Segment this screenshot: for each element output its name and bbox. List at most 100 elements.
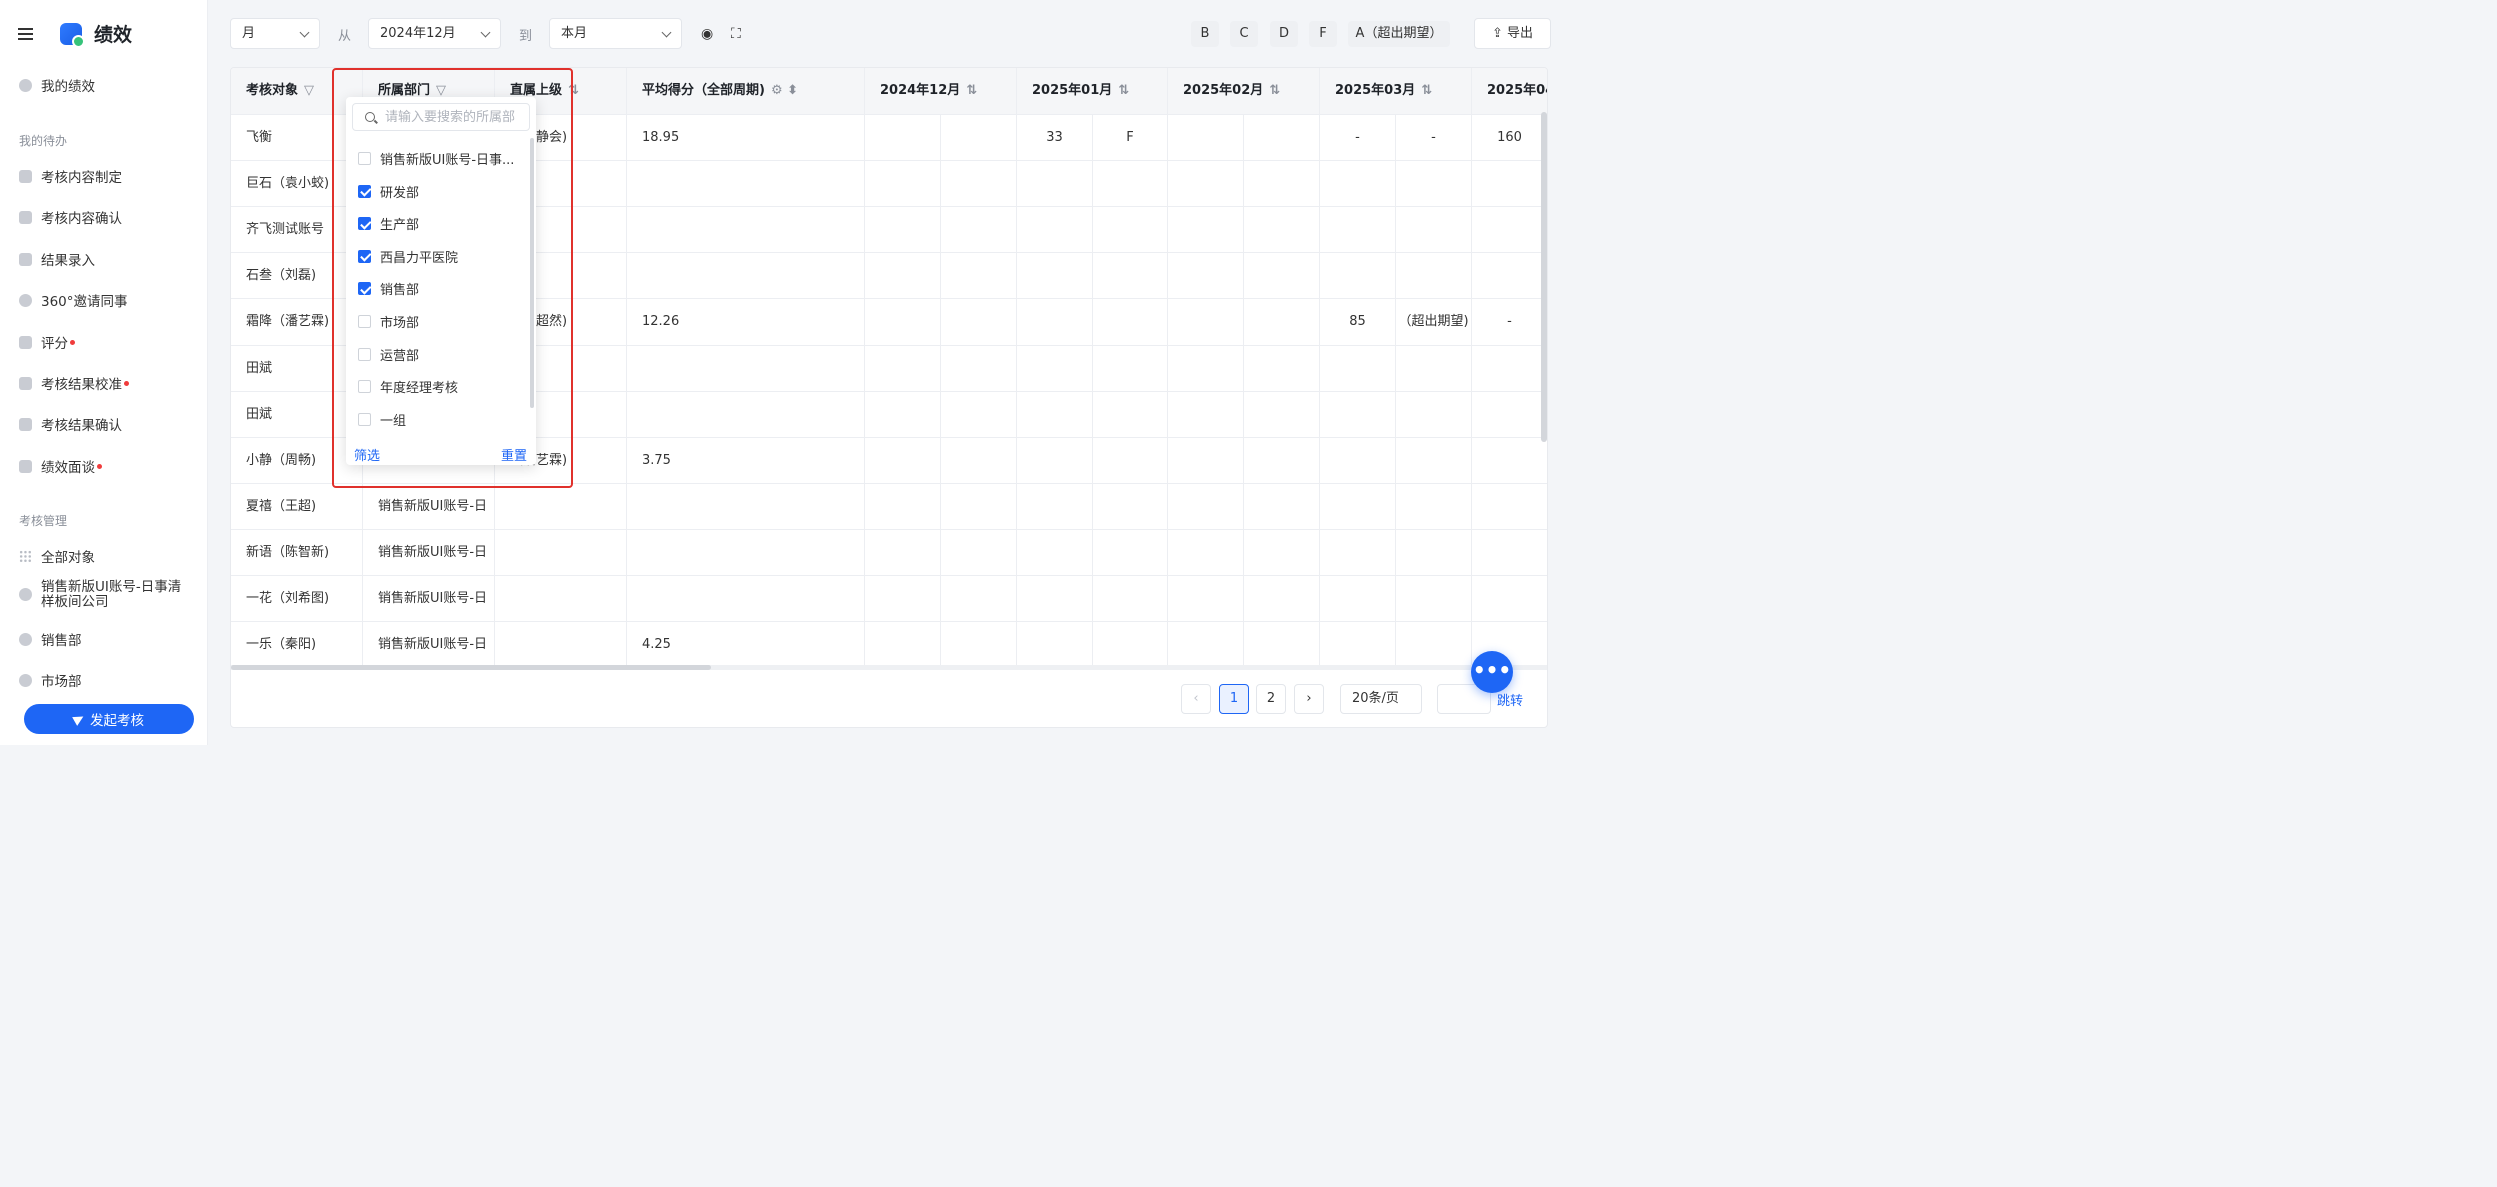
- sidebar-item-my-perf[interactable]: 我的绩效: [19, 75, 95, 95]
- table-row[interactable]: 新语（陈智新) 销售新版UI账号-日: [231, 528, 1547, 576]
- cell-month-value: [1320, 161, 1396, 208]
- cell-month-value: [1396, 345, 1472, 392]
- column-header[interactable]: 2025年02月 ⇅: [1168, 68, 1320, 114]
- column-header[interactable]: 2025年01月 ⇅: [1017, 68, 1168, 114]
- sort-icon[interactable]: ⇅: [1269, 83, 1280, 98]
- cell-avg: [627, 576, 865, 622]
- shield-icon: [19, 632, 32, 646]
- sidebar-item-manage[interactable]: 销售部: [19, 629, 82, 649]
- cell-month-value: [1244, 622, 1320, 669]
- period-select[interactable]: 月: [230, 18, 320, 49]
- column-header[interactable]: 2025年03月 ⇅: [1320, 68, 1472, 114]
- page-button[interactable]: 2: [1256, 684, 1286, 714]
- sidebar-item-manage[interactable]: 全部对象: [19, 546, 95, 566]
- launch-review-button[interactable]: 发起考核: [24, 704, 194, 734]
- cell-month-value: [1093, 345, 1168, 392]
- cell-month-value: [1244, 437, 1320, 484]
- cell-dept: 销售新版UI账号-日: [363, 622, 495, 669]
- cell-month-value: [1244, 345, 1320, 392]
- sidebar-item-label: 市场部: [41, 674, 82, 690]
- cell-month-value: [1168, 529, 1244, 576]
- cell-month-value: -: [1396, 115, 1472, 161]
- cell-month-value: [941, 529, 1017, 576]
- cell-month-value: [1320, 483, 1396, 530]
- grade-filter-chip[interactable]: C: [1230, 21, 1258, 47]
- cell-month-value: [941, 345, 1017, 392]
- grade-filter-chip[interactable]: D: [1270, 21, 1298, 47]
- sidebar-item-manage[interactable]: 销售新版UI账号-日事清样板间公司: [19, 580, 189, 610]
- cell-month-value: [941, 391, 1017, 438]
- filter-icon[interactable]: ▽: [304, 83, 314, 98]
- sidebar-item-label: 考核结果校准: [41, 377, 122, 393]
- export-label: 导出: [1507, 26, 1534, 41]
- pen-icon: [19, 252, 32, 266]
- sidebar-item-todo[interactable]: 考核内容确认: [19, 207, 122, 227]
- from-label: 从: [338, 29, 352, 44]
- sidebar-item-todo[interactable]: 绩效面谈: [19, 456, 102, 476]
- cell-boss: [495, 529, 627, 576]
- sidebar-item-todo[interactable]: 评分: [19, 332, 75, 352]
- to-month-select[interactable]: 本月: [549, 18, 682, 49]
- column-header[interactable]: 2024年12月 ⇅: [865, 68, 1017, 114]
- sidebar-item-label: 全部对象: [41, 550, 95, 566]
- jump-link[interactable]: 跳转: [1497, 690, 1523, 709]
- cell-month-value: [1396, 529, 1472, 576]
- cell-month-value: [1168, 622, 1244, 669]
- horizontal-scrollbar[interactable]: [231, 665, 1547, 670]
- page-button[interactable]: 1: [1219, 684, 1249, 714]
- chat-icon: [19, 459, 32, 473]
- page-size-value: 20条/页: [1352, 691, 1399, 706]
- sidebar-item-todo[interactable]: 360°邀请同事: [19, 290, 128, 310]
- from-month-select[interactable]: 2024年12月: [368, 18, 501, 49]
- cell-month-value: [1320, 345, 1396, 392]
- app-title: 绩效: [94, 24, 133, 46]
- chevron-down-icon: [299, 27, 310, 38]
- launch-review-label: 发起考核: [90, 713, 144, 729]
- sort-icon[interactable]: ⇅: [1421, 83, 1432, 98]
- cell-month-value: [865, 529, 941, 576]
- palette-icon[interactable]: ◉: [701, 27, 715, 41]
- fullscreen-icon[interactable]: ⛶: [731, 27, 745, 41]
- cell-month-value: [1093, 483, 1168, 530]
- cell-month-value: [1244, 483, 1320, 530]
- table-row[interactable]: 一花（刘希图) 销售新版UI账号-日: [231, 575, 1547, 622]
- cell-month-value: [1017, 576, 1093, 622]
- sidebar-item-todo[interactable]: 结果录入: [19, 249, 95, 269]
- cell-avg: 4.25: [627, 622, 865, 669]
- next-page-button[interactable]: ›: [1294, 684, 1324, 714]
- scrollbar-thumb[interactable]: [231, 665, 711, 670]
- cell-month-value: [865, 391, 941, 438]
- cell-avg: [627, 529, 865, 576]
- cell-month-value: [1093, 253, 1168, 300]
- to-label: 到: [519, 29, 533, 44]
- cell-month-value: [1168, 576, 1244, 622]
- vertical-scrollbar[interactable]: [1541, 112, 1547, 442]
- sort-icon[interactable]: ⇅: [1118, 83, 1129, 98]
- export-button[interactable]: ⇪ 导出: [1474, 18, 1551, 49]
- sidebar-item-todo[interactable]: 考核结果确认: [19, 414, 122, 434]
- cell-dept: 销售新版UI账号-日: [363, 576, 495, 622]
- cell-month-value: [1320, 529, 1396, 576]
- prev-page-button[interactable]: ‹: [1181, 684, 1211, 714]
- grade-filter-chip[interactable]: B: [1191, 21, 1219, 47]
- cell-month-value: [1017, 483, 1093, 530]
- grade-filter-chip[interactable]: A（超出期望）: [1348, 21, 1450, 47]
- cell-boss: [495, 483, 627, 530]
- table-row[interactable]: 夏禧（王超) 销售新版UI账号-日: [231, 482, 1547, 530]
- page-size-select[interactable]: 20条/页: [1340, 684, 1422, 714]
- grade-filter-chip[interactable]: F: [1309, 21, 1337, 47]
- more-actions-fab[interactable]: •••: [1471, 651, 1513, 693]
- table-row[interactable]: 一乐（秦阳) 销售新版UI账号-日 4.25: [231, 621, 1547, 669]
- sidebar-item-todo[interactable]: 考核结果校准: [19, 373, 129, 393]
- sort-icon[interactable]: ⇅: [966, 83, 977, 98]
- sidebar-item-manage[interactable]: 市场部: [19, 670, 82, 690]
- settings-icon[interactable]: ⚙ ⬍: [771, 83, 798, 98]
- hamburger-menu-icon[interactable]: [18, 27, 33, 40]
- sidebar-item-label: 360°邀请同事: [41, 294, 128, 310]
- column-header[interactable]: 2025年04月: [1472, 68, 1547, 114]
- cell-month-value: [1472, 161, 1547, 207]
- section-title-manage: 考核管理: [19, 514, 68, 528]
- column-header[interactable]: 平均得分（全部周期) ⚙ ⬍: [627, 68, 865, 114]
- sidebar-item-todo[interactable]: 考核内容制定: [19, 166, 122, 186]
- star-icon: [19, 335, 32, 349]
